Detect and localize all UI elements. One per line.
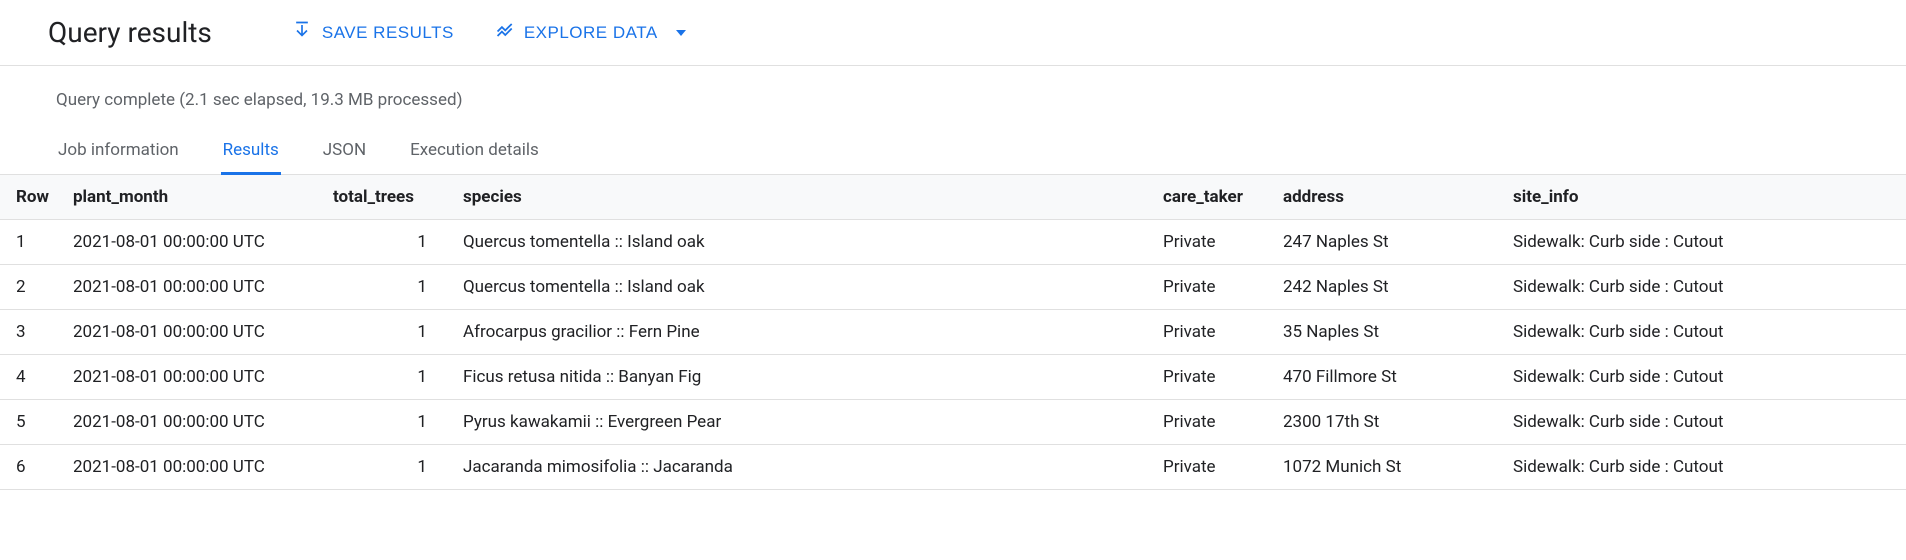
cell-total-trees: 1 — [321, 355, 451, 400]
cell-plant-month: 2021-08-01 00:00:00 UTC — [61, 445, 321, 490]
cell-total-trees: 1 — [321, 310, 451, 355]
cell-species: Jacaranda mimosifolia :: Jacaranda — [451, 445, 1151, 490]
cell-total-trees: 1 — [321, 445, 451, 490]
cell-site-info: Sidewalk: Curb side : Cutout — [1501, 265, 1906, 310]
cell-plant-month: 2021-08-01 00:00:00 UTC — [61, 220, 321, 265]
col-header-site-info: site_info — [1501, 175, 1906, 220]
save-results-button[interactable]: SAVE RESULTS — [292, 20, 454, 45]
cell-row: 5 — [0, 400, 61, 445]
chart-icon — [494, 20, 514, 45]
cell-species: Ficus retusa nitida :: Banyan Fig — [451, 355, 1151, 400]
cell-care-taker: Private — [1151, 445, 1271, 490]
cell-site-info: Sidewalk: Curb side : Cutout — [1501, 310, 1906, 355]
explore-data-button[interactable]: EXPLORE DATA — [494, 20, 686, 45]
results-table: Row plant_month total_trees species care… — [0, 175, 1906, 490]
cell-row: 6 — [0, 445, 61, 490]
table-row: 12021-08-01 00:00:00 UTC1Quercus tomente… — [0, 220, 1906, 265]
col-header-species: species — [451, 175, 1151, 220]
header-bar: Query results SAVE RESULTS EXPLORE DATA — [0, 0, 1906, 65]
col-header-row: Row — [0, 175, 61, 220]
cell-row: 4 — [0, 355, 61, 400]
tab-execution-details[interactable]: Execution details — [408, 130, 541, 174]
cell-address: 470 Fillmore St — [1271, 355, 1501, 400]
cell-address: 242 Naples St — [1271, 265, 1501, 310]
cell-care-taker: Private — [1151, 400, 1271, 445]
cell-species: Afrocarpus gracilior :: Fern Pine — [451, 310, 1151, 355]
cell-species: Quercus tomentella :: Island oak — [451, 265, 1151, 310]
save-results-label: SAVE RESULTS — [322, 23, 454, 43]
table-row: 22021-08-01 00:00:00 UTC1Quercus tomente… — [0, 265, 1906, 310]
cell-care-taker: Private — [1151, 265, 1271, 310]
table-row: 62021-08-01 00:00:00 UTC1Jacaranda mimos… — [0, 445, 1906, 490]
cell-row: 1 — [0, 220, 61, 265]
cell-plant-month: 2021-08-01 00:00:00 UTC — [61, 355, 321, 400]
cell-plant-month: 2021-08-01 00:00:00 UTC — [61, 400, 321, 445]
cell-species: Pyrus kawakamii :: Evergreen Pear — [451, 400, 1151, 445]
cell-plant-month: 2021-08-01 00:00:00 UTC — [61, 265, 321, 310]
cell-row: 2 — [0, 265, 61, 310]
tab-json[interactable]: JSON — [321, 130, 368, 174]
col-header-plant-month: plant_month — [61, 175, 321, 220]
cell-total-trees: 1 — [321, 265, 451, 310]
cell-care-taker: Private — [1151, 355, 1271, 400]
query-status: Query complete (2.1 sec elapsed, 19.3 MB… — [0, 66, 1906, 130]
cell-row: 3 — [0, 310, 61, 355]
cell-address: 2300 17th St — [1271, 400, 1501, 445]
cell-site-info: Sidewalk: Curb side : Cutout — [1501, 400, 1906, 445]
cell-care-taker: Private — [1151, 310, 1271, 355]
cell-address: 247 Naples St — [1271, 220, 1501, 265]
cell-site-info: Sidewalk: Curb side : Cutout — [1501, 220, 1906, 265]
dropdown-arrow-icon — [676, 30, 686, 36]
table-row: 32021-08-01 00:00:00 UTC1Afrocarpus grac… — [0, 310, 1906, 355]
cell-total-trees: 1 — [321, 220, 451, 265]
cell-address: 35 Naples St — [1271, 310, 1501, 355]
col-header-total-trees: total_trees — [321, 175, 451, 220]
explore-data-label: EXPLORE DATA — [524, 23, 658, 43]
col-header-care-taker: care_taker — [1151, 175, 1271, 220]
cell-site-info: Sidewalk: Curb side : Cutout — [1501, 355, 1906, 400]
cell-address: 1072 Munich St — [1271, 445, 1501, 490]
table-row: 52021-08-01 00:00:00 UTC1Pyrus kawakamii… — [0, 400, 1906, 445]
table-row: 42021-08-01 00:00:00 UTC1Ficus retusa ni… — [0, 355, 1906, 400]
col-header-address: address — [1271, 175, 1501, 220]
cell-species: Quercus tomentella :: Island oak — [451, 220, 1151, 265]
table-header-row: Row plant_month total_trees species care… — [0, 175, 1906, 220]
cell-site-info: Sidewalk: Curb side : Cutout — [1501, 445, 1906, 490]
cell-total-trees: 1 — [321, 400, 451, 445]
download-icon — [292, 20, 312, 45]
page-title: Query results — [48, 16, 212, 49]
tab-job-information[interactable]: Job information — [56, 130, 181, 174]
tabs-bar: Job information Results JSON Execution d… — [0, 130, 1906, 175]
tab-results[interactable]: Results — [221, 130, 281, 174]
cell-plant-month: 2021-08-01 00:00:00 UTC — [61, 310, 321, 355]
cell-care-taker: Private — [1151, 220, 1271, 265]
